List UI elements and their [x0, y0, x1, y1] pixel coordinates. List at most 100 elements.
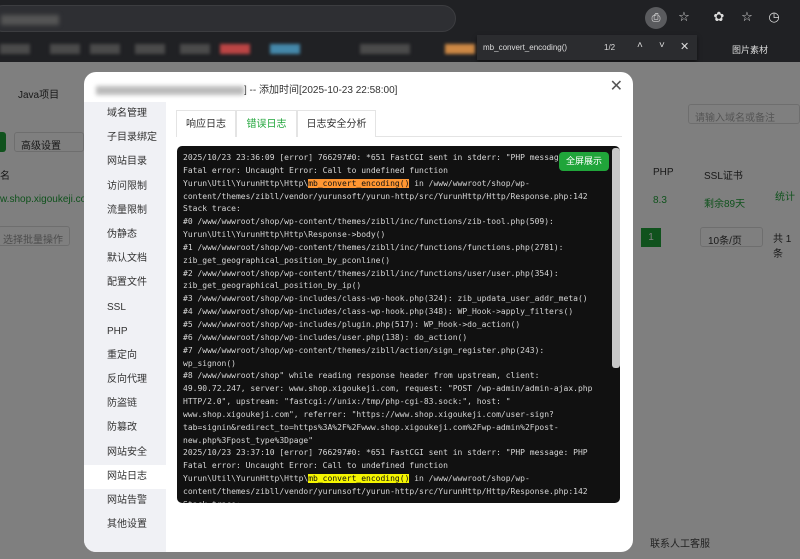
sidebar-item[interactable]: 子目录绑定 [84, 126, 166, 150]
sidebar-item[interactable]: 流量限制 [84, 199, 166, 223]
sidebar-item[interactable]: 防篡改 [84, 416, 166, 440]
address-blurred [1, 15, 59, 25]
bookmark[interactable] [90, 44, 120, 54]
sidebar-item[interactable]: 域名管理 [84, 102, 166, 126]
bookmark[interactable] [360, 44, 410, 54]
history-icon[interactable]: ◷ [765, 9, 783, 25]
bookmark[interactable] [0, 44, 30, 54]
log-text: zib_get_geographical_position_by_pconlin… [183, 255, 391, 265]
bookmark[interactable] [180, 44, 210, 54]
sidebar-item[interactable]: 网站安全 [84, 441, 166, 465]
log-text: #6 /www/wwwroot/shop/wp-includes/user.ph… [183, 332, 468, 342]
sidebar-item[interactable]: 默认文档 [84, 247, 166, 271]
tab-log-analysis[interactable]: 日志安全分析 [297, 110, 376, 137]
log-line: Yurun\Util\YurunHttp\Http\mb_convert_enc… [183, 178, 602, 191]
log-line: HTTP/2.0", upstream: "fastcgi://unix:/tm… [183, 396, 602, 409]
log-text: HTTP/2.0", upstream: "fastcgi://unix:/tm… [183, 397, 511, 407]
star-icon[interactable]: ☆ [675, 9, 693, 25]
log-text: Stack trace: [183, 204, 241, 214]
log-text: #4 /www/wwwroot/shop/wp-includes/class-w… [183, 307, 574, 317]
search-highlight: mb_convert_encoding() [308, 474, 410, 484]
close-icon[interactable]: ✕ [610, 76, 623, 96]
log-text: in /www/wwwroot/shop/wp- [409, 474, 530, 484]
log-line: #7 /www/wwwroot/shop/wp-content/themes/z… [183, 345, 602, 358]
log-line: zib_get_geographical_position_by_pconlin… [183, 255, 602, 268]
sidebar-item[interactable]: 网站目录 [84, 150, 166, 174]
extensions-icon[interactable]: ✿ [710, 9, 728, 25]
log-text: 2025/10/23 23:37:10 [error] 766297#0: *6… [183, 448, 588, 458]
log-line: #2 /www/wwwroot/shop/wp-content/themes/z… [183, 268, 602, 281]
log-text: in /www/wwwroot/shop/wp- [409, 178, 530, 188]
log-text: #1 /www/wwwroot/shop/wp-content/themes/z… [183, 242, 564, 252]
log-text: #3 /www/wwwroot/shop/wp-includes/class-w… [183, 294, 588, 304]
log-text: content/themes/zibll/vendor/yurunsoft/yu… [183, 191, 588, 201]
log-line: #3 /www/wwwroot/shop/wp-includes/class-w… [183, 293, 602, 306]
find-close-icon[interactable]: ✕ [680, 40, 689, 53]
log-line: Yurun\Util\YurunHttp\Http\mb_convert_enc… [183, 473, 602, 486]
log-line: #1 /www/wwwroot/shop/wp-content/themes/z… [183, 242, 602, 255]
log-text: zib_get_geographical_position_by_ip() [183, 281, 362, 291]
log-line: tab=signin&redirect_to=https%3A%2F%2Fwww… [183, 422, 602, 435]
log-line: Stack trace: [183, 203, 602, 216]
log-line: Fatal error: Uncaught Error: Call to und… [183, 165, 602, 178]
log-scrollbar[interactable] [612, 148, 620, 368]
log-line: #8 /www/wwwroot/shop" while reading resp… [183, 370, 602, 383]
log-line: 2025/10/23 23:36:09 [error] 766297#0: *6… [183, 152, 602, 165]
log-text: Fatal error: Uncaught Error: Call to und… [183, 165, 448, 175]
favorites-icon[interactable]: ☆ [738, 9, 756, 25]
find-bar: mb_convert_encoding() 1/2 ˄ ˅ ✕ [477, 35, 697, 60]
sidebar-item[interactable]: 重定向 [84, 344, 166, 368]
sidebar-item[interactable]: 配置文件 [84, 271, 166, 295]
bookmark[interactable] [220, 44, 250, 54]
sidebar-item[interactable]: 网站日志 [84, 464, 166, 489]
sidebar-item[interactable]: 防盗链 [84, 392, 166, 416]
log-text: wp_signon() [183, 358, 236, 368]
sidebar-item[interactable]: PHP [84, 320, 166, 344]
bookmark[interactable] [135, 44, 165, 54]
find-query[interactable]: mb_convert_encoding() [483, 43, 567, 52]
address-bar[interactable] [0, 5, 456, 32]
tab-error-log[interactable]: 错误日志 [236, 110, 297, 137]
bookmark[interactable] [270, 44, 300, 54]
log-text: 49.90.72.247, server: www.shop.xigoukeji… [183, 384, 593, 394]
log-line: content/themes/zibll/vendor/yurunsoft/yu… [183, 191, 602, 204]
modal-title: ] -- 添加时间[2025-10-23 22:58:00] [84, 72, 633, 102]
sidebar-item[interactable]: 伪静态 [84, 223, 166, 247]
log-text: Stack trace: [183, 500, 241, 503]
log-line: #4 /www/wwwroot/shop/wp-includes/class-w… [183, 306, 602, 319]
bookmark-images[interactable]: 图片素材 [732, 43, 768, 56]
log-line: 49.90.72.247, server: www.shop.xigoukeji… [183, 383, 602, 396]
error-log-content[interactable]: 2025/10/23 23:36:09 [error] 766297#0: *6… [177, 146, 620, 503]
sidebar-item[interactable]: 网站告警 [84, 489, 166, 513]
log-line: new.php%3Fpost_type%3Dpage" [183, 435, 602, 448]
sidebar-item[interactable]: 访问限制 [84, 175, 166, 199]
log-text: Yurun\Util\YurunHttp\Http\ [183, 474, 309, 484]
log-text: new.php%3Fpost_type%3Dpage" [183, 435, 314, 445]
log-text: tab=signin&redirect_to=https%3A%2F%2Fwww… [183, 422, 559, 432]
fullscreen-button[interactable]: 全屏展示 [559, 152, 609, 171]
tab-response-log[interactable]: 响应日志 [176, 110, 236, 137]
find-prev-icon[interactable]: ˄ [637, 40, 643, 51]
log-line: wp_signon() [183, 358, 602, 371]
sidebar-item[interactable]: SSL [84, 296, 166, 320]
log-line: Fatal error: Uncaught Error: Call to und… [183, 460, 602, 473]
find-count: 1/2 [604, 43, 616, 52]
sidebar-item[interactable]: 其他设置 [84, 513, 166, 537]
settings-sidebar: 域名管理 子目录绑定 网站目录 访问限制 流量限制 伪静态 默认文档 配置文件 SSL PHP 重定… [84, 102, 166, 552]
find-next-icon[interactable]: ˅ [659, 40, 665, 51]
bookmark[interactable] [50, 44, 80, 54]
log-text: www.shop.xigoukeji.com", referrer: "http… [183, 409, 554, 419]
reader-icon[interactable]: ⎙ [645, 7, 667, 29]
sidebar-item[interactable]: 反向代理 [84, 368, 166, 392]
log-line: #5 /www/wwwroot/shop/wp-includes/plugin.… [183, 319, 602, 332]
bookmark[interactable] [445, 44, 475, 54]
modal-title-text: ] -- 添加时间[2025-10-23 22:58:00] [244, 85, 398, 96]
log-line: www.shop.xigoukeji.com", referrer: "http… [183, 409, 602, 422]
browser-toolbar: ⎙ ☆ ✿ ☆ ◷ 图片素材 mb_convert_encoding() 1/2… [0, 0, 800, 62]
log-text: 2025/10/23 23:36:09 [error] 766297#0: *6… [183, 153, 588, 162]
log-text: #7 /www/wwwroot/shop/wp-content/themes/z… [183, 345, 545, 355]
log-line: #6 /www/wwwroot/shop/wp-includes/user.ph… [183, 332, 602, 345]
log-text: #2 /www/wwwroot/shop/wp-content/themes/z… [183, 268, 559, 278]
log-line: zib_get_geographical_position_by_ip() [183, 280, 602, 293]
log-text: #0 /www/wwwroot/shop/wp-content/themes/z… [183, 217, 554, 227]
